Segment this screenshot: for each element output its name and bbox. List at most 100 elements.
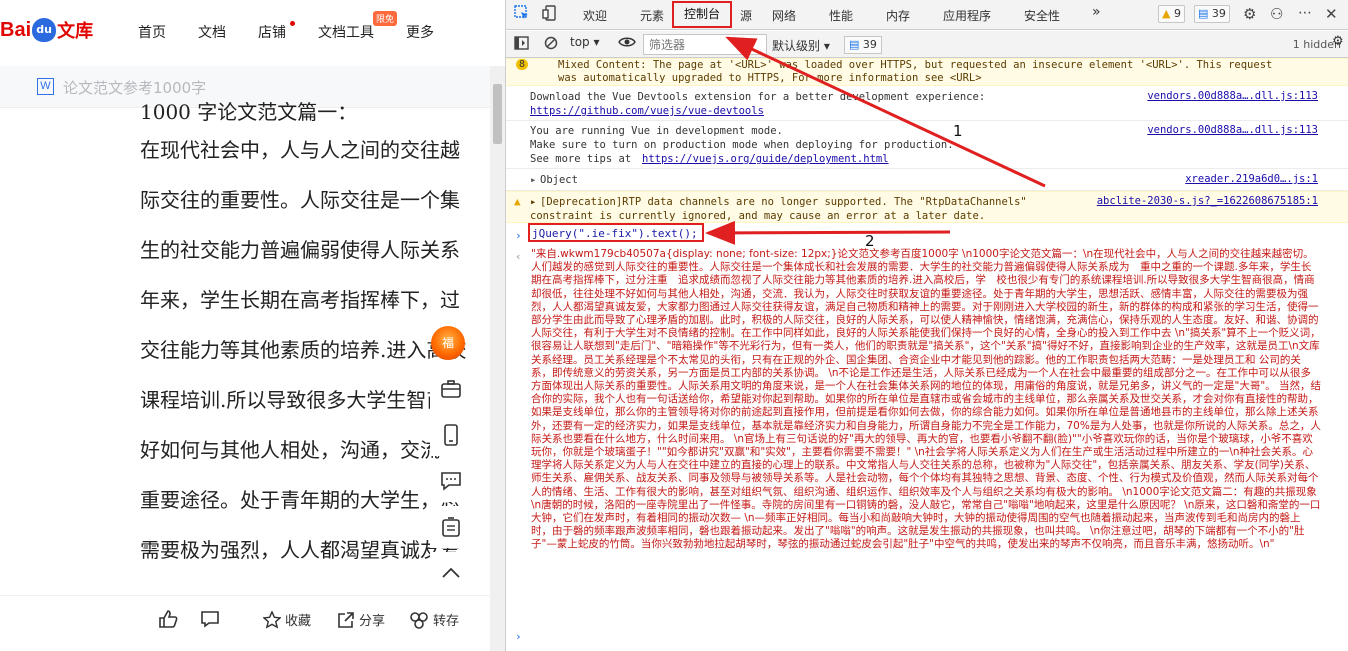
console-message-text: constraint is currently ignored, and may… [530,210,986,222]
console-object-entry[interactable]: ▸ Object xreader.219a6d0….js:1 [506,169,1348,191]
baidu-wenku-logo[interactable]: Bai du 文库 [0,10,93,50]
favorite-label: 收藏 [285,614,312,629]
console-log: 8 Mixed Content: The page at '<URL>' was… [506,58,1348,651]
issues-count: 39 [862,38,877,51]
source-link[interactable]: xreader.219a6d0….js:1 [1185,173,1318,185]
expand-triangle-icon[interactable]: ▸ [530,173,536,187]
logo-wenku-text: 文库 [57,21,94,42]
nav-shop-dot [290,21,295,26]
warning-icon: ▲ [1162,7,1171,20]
devtools-panel: 欢迎 元素 控制台 源 网络 性能 内存 应用程序 安全性 » ▲ 9 ▤ 39… [505,0,1348,651]
console-filter-input[interactable] [643,34,767,55]
console-log-entry[interactable]: You are running Vue in development mode.… [506,121,1348,169]
tab-sources[interactable]: 源 [740,7,752,24]
console-settings-gear-icon[interactable]: ⚙ [1332,34,1344,49]
page-scrollbar[interactable] [490,66,505,651]
notes-icon[interactable] [430,506,472,548]
console-input-prompt-icon[interactable]: › [515,630,522,643]
console-object-label[interactable]: Object [540,173,578,187]
live-expression-eye-icon[interactable] [618,36,636,52]
console-log-entry[interactable]: Download the Vue Devtools extension for … [506,87,1348,121]
device-toolbar-icon[interactable] [542,5,558,25]
tab-memory[interactable]: 内存 [886,7,910,24]
console-message-text: was automatically upgraded to HTTPS, For… [558,72,982,84]
close-devtools-icon[interactable]: ✕ [1325,5,1338,23]
nav-home[interactable]: 首页 [138,22,166,42]
console-message-text: See more tips at [530,153,638,165]
console-command[interactable]: jQuery(".ie-fix").text(); [532,227,698,240]
issues-badge[interactable]: ▤ 39 [844,36,882,54]
message-count: 39 [1211,7,1226,20]
log-levels-dropdown[interactable]: 默认级别 ▾ [772,37,830,54]
share-label: 分享 [359,614,386,629]
source-link[interactable]: abclite-2030-s.js?_=1622608675185:1 [1097,195,1318,207]
expand-triangle-icon[interactable]: ▸ [530,195,536,209]
nav-more[interactable]: 更多 [406,22,434,42]
doc-line: 1000 字论文范文篇一： [140,100,358,124]
context-selector[interactable]: top ▾ [570,35,600,49]
levels-dropdown-icon: ▾ [823,39,830,53]
thumb-up-icon [159,610,178,628]
source-link[interactable]: vendors.00d888a….dll.js:113 [1147,90,1318,102]
free-badge: 限免 [373,11,398,26]
briefcase-icon[interactable] [430,368,472,410]
warning-counter[interactable]: ▲ 9 [1158,5,1185,23]
annotation-label-1: 1 [953,122,963,140]
repost-button[interactable]: 转存 [409,610,459,629]
console-link[interactable]: https://vuejs.org/guide/deployment.html [642,152,889,166]
tab-welcome[interactable]: 欢迎 [583,7,607,24]
share-icon [338,611,354,628]
tab-performance[interactable]: 性能 [829,7,853,24]
source-link[interactable]: vendors.00d888a….dll.js:113 [1147,124,1318,136]
issues-message-icon: ▤ [849,38,860,51]
console-message-text: Make sure to turn on production mode whe… [530,139,954,151]
sidebar-toggle-icon[interactable] [514,36,529,54]
message-counter[interactable]: ▤ 39 [1194,5,1230,23]
share-button[interactable]: 分享 [337,610,385,629]
phone-icon[interactable] [430,414,472,456]
log-levels-label: 默认级别 [772,39,821,53]
tab-elements[interactable]: 元素 [640,7,664,24]
devtools-tab-bar: 欢迎 元素 控制台 源 网络 性能 内存 应用程序 安全性 » ▲ 9 ▤ 39… [506,0,1348,30]
page-scrollbar-thumb[interactable] [493,84,502,144]
input-prompt-icon: › [515,229,522,242]
favorite-button[interactable]: 收藏 [263,610,311,629]
like-button[interactable] [158,610,178,628]
console-message-text: Download the Vue Devtools extension for … [530,91,986,103]
repost-label: 转存 [433,614,460,629]
logo-bai-text: Bai [0,18,32,41]
tab-console[interactable]: 控制台 [672,1,732,28]
console-link[interactable]: https://github.com/vuejs/vue-devtools [530,104,764,118]
repost-icon [410,611,428,629]
tab-security[interactable]: 安全性 [1024,7,1060,24]
wenku-top-nav: Bai du 文库 首页 文档 店铺 文档工具 限免 更多 [0,0,505,64]
gift-bag-icon[interactable]: 福 [431,326,465,360]
comment-icon [201,611,219,628]
tab-network[interactable]: 网络 [772,7,796,24]
inspect-element-icon[interactable] [514,5,530,25]
output-return-icon: ‹ [515,250,522,263]
more-tabs-icon[interactable]: » [1092,4,1101,20]
comment-button[interactable] [200,610,220,628]
settings-gear-icon[interactable]: ⚙ [1243,5,1256,23]
context-label: top [570,35,590,49]
clear-console-icon[interactable] [544,36,558,54]
doc-line: 生的社交能力普遍偏弱使得人际关系 [140,238,460,262]
console-result-string[interactable]: "来自.wkwm179cb40507a{display: none; font-… [531,248,1321,623]
more-options-icon[interactable]: ⋯ [1298,5,1312,21]
back-to-top-icon[interactable] [430,552,472,594]
nav-doc-tools[interactable]: 文档工具 [318,22,374,42]
doc-action-bar: 收藏 分享 转存 [0,595,490,651]
console-warning-entry[interactable]: 8 Mixed Content: The page at '<URL>' was… [506,58,1348,86]
tab-application[interactable]: 应用程序 [943,7,991,24]
nav-docs[interactable]: 文档 [198,22,226,42]
feedback-icon[interactable] [430,460,472,502]
console-message-text: You are running Vue in development mode. [530,125,783,137]
warning-count: 9 [1173,7,1181,20]
console-warning-entry[interactable]: ▲ ▸ [Deprecation]RTP data channels are n… [506,191,1348,223]
console-message-text: [Deprecation]RTP data channels are no lo… [540,196,1027,208]
screenshot-root: Bai du 文库 首页 文档 店铺 文档工具 限免 更多 W 论文范文参考10… [0,0,1348,651]
warning-triangle-icon: ▲ [514,195,521,208]
feedback-person-icon[interactable]: ⚇ [1270,5,1283,23]
nav-shop[interactable]: 店铺 [258,22,286,42]
